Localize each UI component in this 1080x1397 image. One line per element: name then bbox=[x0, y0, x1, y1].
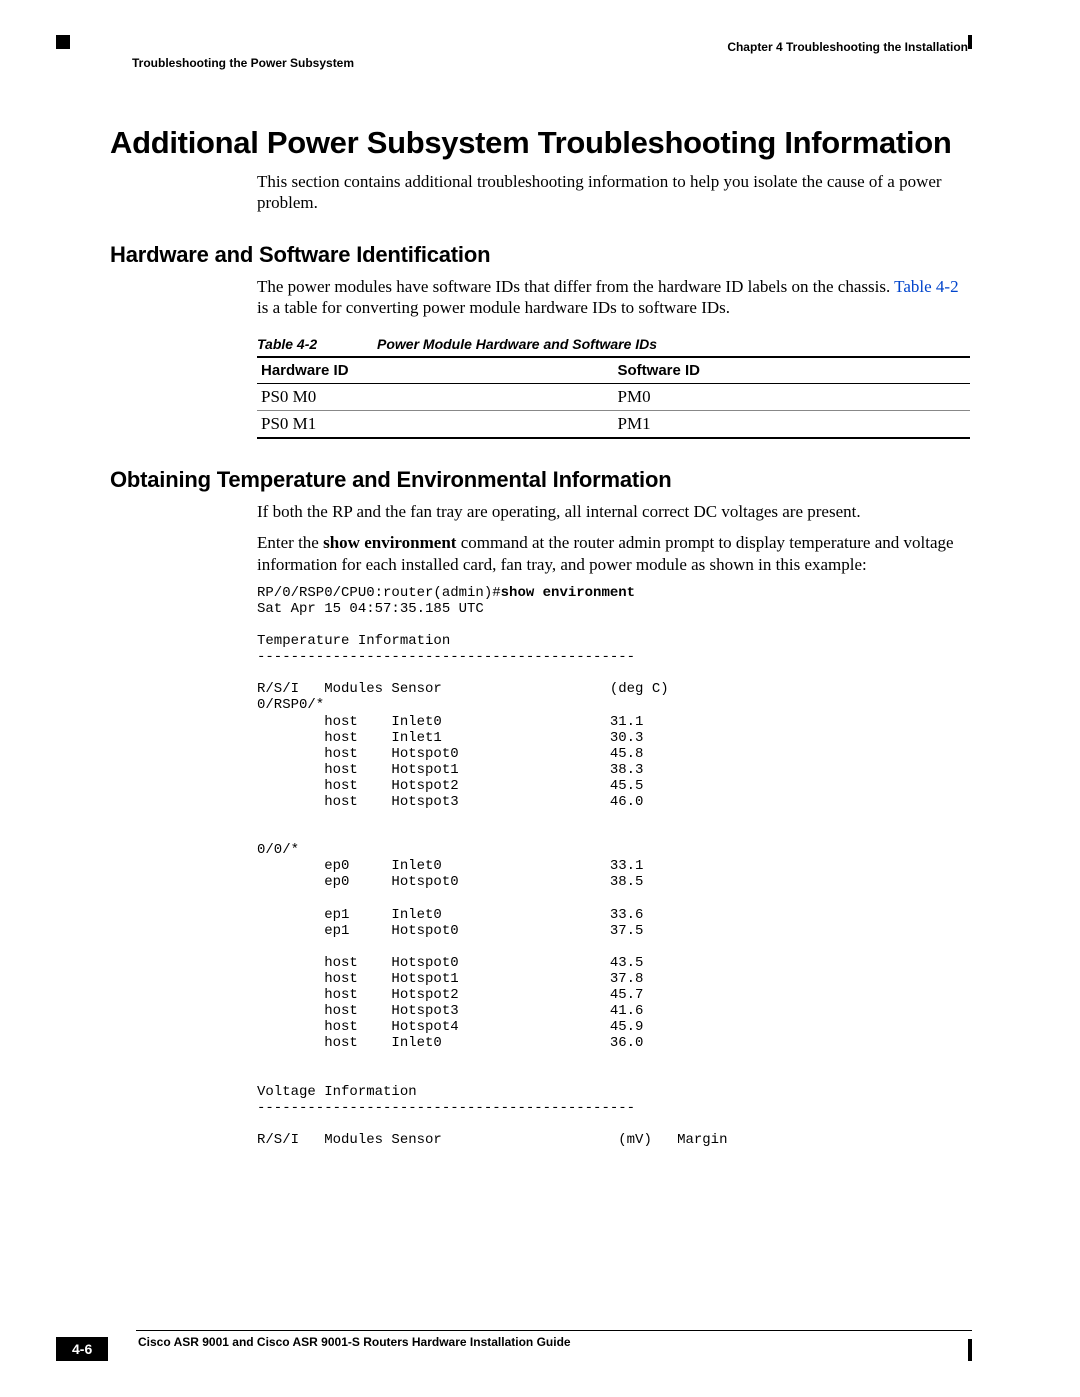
footer-book-title: Cisco ASR 9001 and Cisco ASR 9001-S Rout… bbox=[138, 1335, 972, 1349]
cli-output: RP/0/RSP0/CPU0:router(admin)#show enviro… bbox=[257, 585, 970, 1148]
table-row: PS0 M1 PM1 bbox=[257, 411, 970, 439]
running-head-chapter: Chapter 4 Troubleshooting the Installati… bbox=[110, 40, 968, 54]
table-row: PS0 M0 PM0 bbox=[257, 384, 970, 411]
running-head-section: Troubleshooting the Power Subsystem bbox=[132, 56, 970, 70]
hw-sw-table: Hardware ID Software ID PS0 M0 PM0 PS0 M… bbox=[257, 356, 970, 439]
hw-sw-paragraph: The power modules have software IDs that… bbox=[257, 276, 970, 319]
heading-hw-sw-id: Hardware and Software Identification bbox=[110, 242, 970, 268]
intro-paragraph: This section contains additional trouble… bbox=[257, 171, 970, 214]
temp-env-p1: If both the RP and the fan tray are oper… bbox=[257, 501, 970, 522]
col-hardware-id: Hardware ID bbox=[257, 357, 614, 384]
table-caption: Table 4-2Power Module Hardware and Softw… bbox=[257, 336, 970, 352]
page-number-badge: 4-6 bbox=[56, 1337, 108, 1361]
heading-1: Additional Power Subsystem Troubleshooti… bbox=[110, 125, 970, 161]
heading-temp-env: Obtaining Temperature and Environmental … bbox=[110, 467, 970, 493]
temp-env-p2: Enter the show environment command at th… bbox=[257, 532, 970, 575]
col-software-id: Software ID bbox=[614, 357, 971, 384]
table-xref[interactable]: Table 4-2 bbox=[894, 277, 958, 296]
command-name: show environment bbox=[323, 533, 456, 552]
